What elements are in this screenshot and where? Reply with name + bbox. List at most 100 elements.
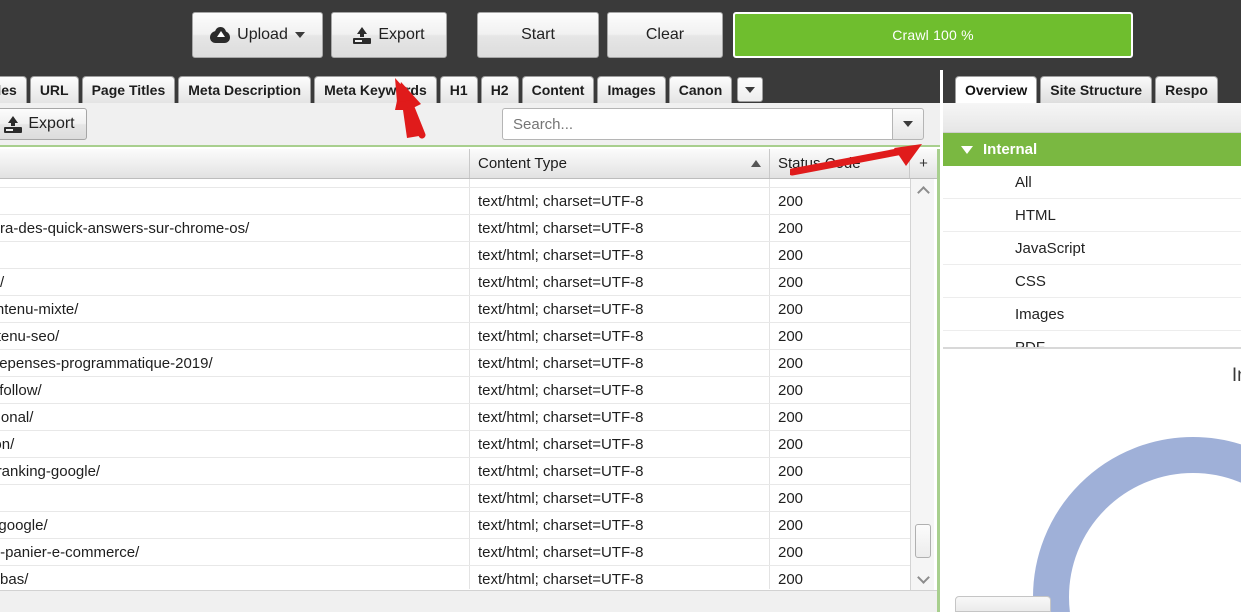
tree-item-label: HTML <box>1015 206 1056 224</box>
tab-images[interactable]: Images <box>597 76 666 103</box>
more-tabs-button[interactable] <box>737 77 764 102</box>
cell-content-type: text/html; charset=UTF-8 <box>470 539 770 565</box>
table-row[interactable]: ssistant-proposera-des-quick-answers-sur… <box>0 215 913 242</box>
tab-label: Meta Keywords <box>324 82 427 98</box>
tab-site-structure[interactable]: Site Structure <box>1040 76 1153 103</box>
tab-label: nse Codes <box>0 82 17 98</box>
tab-meta-description[interactable]: Meta Description <box>178 76 312 103</box>
export-table-button[interactable]: Export <box>0 108 87 140</box>
cell-url-text: ra-bloquer-le-contenu-mixte/ <box>0 300 79 318</box>
tab-canonicals[interactable]: Canon <box>668 76 733 103</box>
tree-item-html[interactable]: HTML <box>943 199 1241 232</box>
table-row[interactable]: n-liens-nofollow-follow/text/html; chars… <box>0 377 913 404</box>
tab-h2[interactable]: H2 <box>480 76 519 103</box>
table-row[interactable]: ra-bloquer-le-contenu-mixte/text/html; c… <box>0 296 913 323</box>
tree-item-images[interactable]: Images <box>943 298 1241 331</box>
tab-label: Images <box>607 82 656 98</box>
table-row[interactable]: ranking-bing/text/html; charset=UTF-8 200 <box>0 242 913 269</box>
chevron-down-icon[interactable] <box>294 32 305 38</box>
cell-content-type: text/html; charset=UTF-8 <box>470 323 770 349</box>
search-dropdown-button[interactable] <box>892 108 924 140</box>
tree-item-css[interactable]: CSS <box>943 265 1241 298</box>
left-pane: nse Codes URL Page Titles Meta Descripti… <box>0 70 940 612</box>
tab-url[interactable]: URL <box>29 76 79 103</box>
search-input[interactable] <box>502 108 892 140</box>
cloud-upload-icon <box>210 27 231 43</box>
overview-tree: Internal All HTML JavaScript CSS Images … <box>943 133 1241 364</box>
table-row[interactable]: -url-pas-facteur-ranking-google/text/htm… <box>0 458 913 485</box>
table-row[interactable]: ie-optimiser-contenu-seo/text/html; char… <box>0 323 913 350</box>
cell-url-text: reduire-abandon-panier-e-commerce/ <box>0 543 140 561</box>
tab-response-times[interactable]: Respo <box>1155 76 1218 103</box>
chevron-down-icon <box>745 86 756 93</box>
table-row[interactable]: reduire-abandon-panier-e-commerce/text/h… <box>0 539 913 566</box>
upload-button[interactable]: Upload <box>192 12 323 58</box>
table-row[interactable]: blier-sur-linkedin/text/html; charset=UT… <box>0 269 913 296</box>
chart-legend-button[interactable] <box>955 596 1051 612</box>
column-header-label: Status Code <box>778 155 861 172</box>
tab-label: Respo <box>1165 82 1208 98</box>
column-header-content-type[interactable]: Content Type <box>470 149 770 178</box>
scroll-up-button[interactable] <box>911 179 935 201</box>
right-panel-tabstrip: Overview Site Structure Respo <box>943 70 1241 103</box>
scrollbar-thumb[interactable] <box>915 524 931 558</box>
cell-status-code: 200 <box>778 327 804 345</box>
cell-status-code: 200 <box>778 381 804 399</box>
cell-url: mpagnes-amazon/ <box>0 431 470 457</box>
cell-url: blier-sur-linkedin/ <box>0 269 470 295</box>
table-body: text/html; charset=UTF-8 200 ssistant-prop… <box>0 179 913 589</box>
tree-item-javascript[interactable]: JavaScript <box>943 232 1241 265</box>
cell-url-text: ie-optimiser-contenu-seo/ <box>0 327 60 345</box>
cell-url-text: seo/seo-international/ <box>0 408 34 426</box>
tree-group-internal[interactable]: Internal <box>943 133 1241 166</box>
tab-h1[interactable]: H1 <box>439 76 478 103</box>
results-table: Content Type Status Code + text/html; ch… <box>0 149 940 612</box>
table-row[interactable]: mpagnes-amazon/text/html; charset=UTF-8 2… <box>0 431 913 458</box>
cell-content-type: text/html; charset=UTF-8 <box>470 350 770 376</box>
export-button[interactable]: Export <box>331 12 447 58</box>
column-header-url[interactable] <box>0 149 470 178</box>
table-row[interactable]: seo/seo-international/text/html; charset… <box>0 404 913 431</box>
cell-status-code: 200 <box>778 354 804 372</box>
tab-page-titles[interactable]: Page Titles <box>81 76 176 103</box>
tab-label: Meta Description <box>188 82 302 98</box>
table-vertical-scrollbar[interactable] <box>910 179 934 612</box>
cell-content-type: text/html; charset=UTF-8 <box>470 215 770 241</box>
add-column-button[interactable]: + <box>910 149 937 178</box>
chevron-down-icon <box>916 570 930 584</box>
tree-group-label: Internal <box>983 141 1038 158</box>
table-row[interactable]: s-tiktok/text/html; charset=UTF-8 200 <box>0 485 913 512</box>
table-horizontal-scrollbar[interactable] <box>0 590 937 612</box>
tab-content[interactable]: Content <box>521 76 595 103</box>
column-header-label: Content Type <box>478 155 567 172</box>
cell-url <box>0 179 470 187</box>
scroll-down-button[interactable] <box>911 568 935 590</box>
tab-response-codes[interactable]: nse Codes <box>0 76 27 103</box>
table-row[interactable]: sociaux-moitie-depenses-programmatique-2… <box>0 350 913 377</box>
cell-content-type: text/html; charset=UTF-8 <box>470 269 770 295</box>
crawl-progress-label: Crawl 100 % <box>892 27 974 43</box>
tree-item-label: CSS <box>1015 272 1046 290</box>
clear-button-label: Clear <box>645 26 685 43</box>
start-button[interactable]: Start <box>477 12 599 58</box>
cell-status-code: 200 <box>778 570 804 588</box>
cell-status-code <box>770 179 913 187</box>
cell-url-text: ssistant-proposera-des-quick-answers-sur… <box>0 219 250 237</box>
chevron-up-icon <box>916 185 930 199</box>
cell-content-type: text/html; charset=UTF-8 <box>470 404 770 430</box>
cell-content-type: text/html; charset=UTF-8 <box>470 431 770 457</box>
tab-overview[interactable]: Overview <box>955 76 1038 103</box>
export-table-button-label: Export <box>28 115 75 132</box>
table-row[interactable]: pagination-serp-google/text/html; charse… <box>0 512 913 539</box>
tree-item-all[interactable]: All <box>943 166 1241 199</box>
table-row[interactable]: expansion-pays-bas/text/html; charset=UT… <box>0 566 913 589</box>
overview-chart: Int <box>943 347 1241 612</box>
tab-meta-keywords[interactable]: Meta Keywords <box>314 76 437 103</box>
cell-status-code: 200 <box>778 246 804 264</box>
cell-content-type: text/html; charset=UTF-8 <box>470 377 770 403</box>
column-header-status-code[interactable]: Status Code <box>770 149 910 178</box>
start-button-label: Start <box>521 26 555 43</box>
table-row[interactable]: text/html; charset=UTF-8 200 <box>0 188 913 215</box>
clear-button[interactable]: Clear <box>607 12 723 58</box>
table-row[interactable] <box>0 179 913 188</box>
